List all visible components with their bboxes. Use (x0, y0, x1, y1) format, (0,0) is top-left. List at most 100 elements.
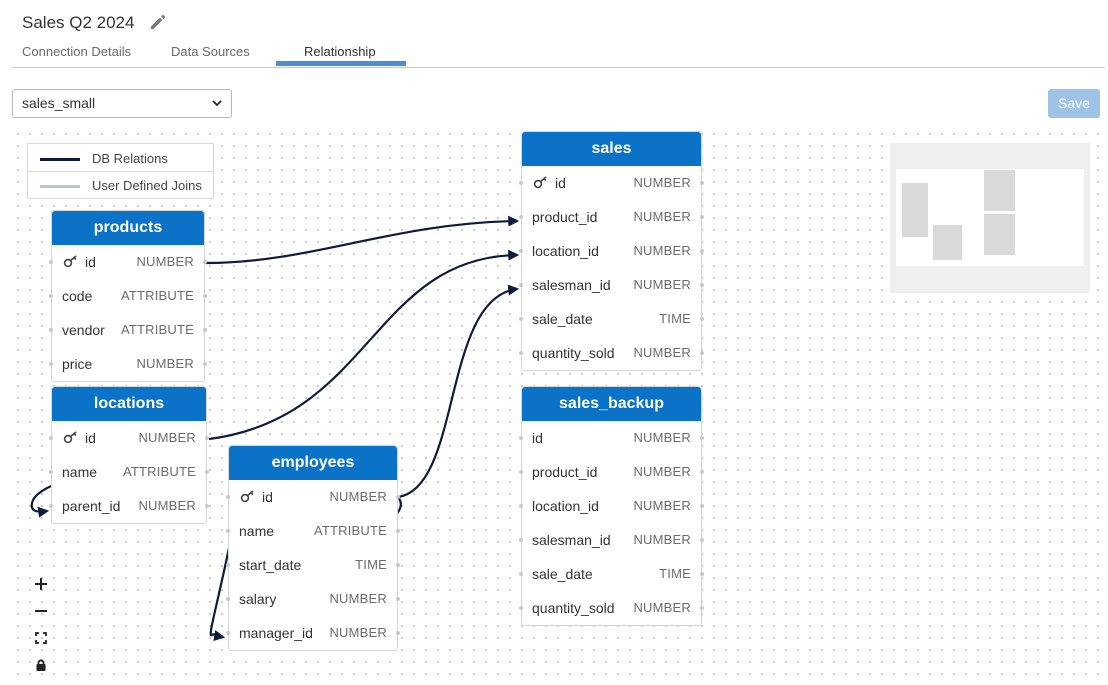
legend-user-joins-swatch (40, 185, 80, 188)
connector-port[interactable] (49, 294, 53, 298)
connector-port[interactable] (700, 606, 704, 610)
connector-port[interactable] (396, 563, 400, 567)
connector-port[interactable] (226, 597, 230, 601)
connector-port[interactable] (226, 631, 230, 635)
lock-icon[interactable] (28, 652, 54, 678)
column-row[interactable]: name ATTRIBUTE (49, 455, 209, 489)
column-row[interactable]: salary NUMBER (226, 582, 400, 616)
tab-relationship[interactable]: Relationship (304, 44, 376, 59)
connector-port[interactable] (519, 249, 523, 253)
column-row[interactable]: id NUMBER (226, 480, 400, 514)
table-employees[interactable]: employees id NUMBER name ATTRIBUTE start… (226, 445, 400, 651)
connector-port[interactable] (203, 260, 207, 264)
connector-port[interactable] (519, 572, 523, 576)
connector-port[interactable] (49, 260, 53, 264)
column-row[interactable]: id NUMBER (519, 166, 704, 200)
column-row[interactable]: sale_date TIME (519, 302, 704, 336)
table-sales-backup[interactable]: sales_backup id NUMBER product_id NUMBER… (519, 386, 704, 626)
table-header[interactable]: employees (229, 446, 397, 480)
connector-port[interactable] (519, 436, 523, 440)
column-row[interactable]: product_id NUMBER (519, 200, 704, 234)
table-locations[interactable]: locations id NUMBER name ATTRIBUTE paren… (49, 386, 209, 524)
connector-port[interactable] (700, 249, 704, 253)
connector-port[interactable] (700, 470, 704, 474)
column-row[interactable]: price NUMBER (49, 347, 207, 381)
column-row[interactable]: location_id NUMBER (519, 234, 704, 268)
relationship-canvas[interactable]: DB Relations User Defined Joins products… (12, 128, 1105, 685)
connector-port[interactable] (700, 538, 704, 542)
connector-port[interactable] (49, 362, 53, 366)
connector-port[interactable] (519, 504, 523, 508)
connector-port[interactable] (49, 328, 53, 332)
connector-port[interactable] (205, 436, 209, 440)
connector-port[interactable] (519, 351, 523, 355)
connector-port[interactable] (519, 181, 523, 185)
edge-employees-sales[interactable] (397, 284, 520, 499)
column-row[interactable]: id NUMBER (519, 421, 704, 455)
column-row[interactable]: sale_date TIME (519, 557, 704, 591)
edge-products-sales[interactable] (205, 215, 520, 265)
connector-port[interactable] (700, 504, 704, 508)
column-row[interactable]: quantity_sold NUMBER (519, 591, 704, 625)
connector-port[interactable] (226, 495, 230, 499)
connector-port[interactable] (203, 362, 207, 366)
connector-port[interactable] (519, 606, 523, 610)
pencil-icon[interactable] (148, 12, 168, 32)
connector-port[interactable] (700, 436, 704, 440)
connector-port[interactable] (519, 215, 523, 219)
connector-port[interactable] (700, 215, 704, 219)
connector-port[interactable] (396, 495, 400, 499)
connector-port[interactable] (396, 529, 400, 533)
table-header[interactable]: locations (52, 387, 206, 421)
table-products[interactable]: products id NUMBER code ATTRIBUTE vendor… (49, 210, 207, 382)
fit-view-icon[interactable] (28, 625, 54, 651)
connector-port[interactable] (700, 181, 704, 185)
connector-port[interactable] (700, 351, 704, 355)
column-row[interactable]: id NUMBER (49, 421, 209, 455)
connector-port[interactable] (396, 597, 400, 601)
table-header[interactable]: products (52, 211, 204, 245)
table-header[interactable]: sales (522, 132, 701, 166)
minimap[interactable] (890, 143, 1090, 293)
column-row[interactable]: code ATTRIBUTE (49, 279, 207, 313)
connector-port[interactable] (49, 470, 53, 474)
zoom-in-icon[interactable] (28, 571, 54, 597)
column-row[interactable]: product_id NUMBER (519, 455, 704, 489)
connector-port[interactable] (205, 470, 209, 474)
connector-port[interactable] (700, 283, 704, 287)
tab-connection-details[interactable]: Connection Details (22, 44, 131, 59)
table-header[interactable]: sales_backup (522, 387, 701, 421)
connector-port[interactable] (519, 317, 523, 321)
save-button[interactable]: Save (1048, 89, 1100, 118)
column-row[interactable]: name ATTRIBUTE (226, 514, 400, 548)
connector-port[interactable] (226, 563, 230, 567)
connector-port[interactable] (700, 572, 704, 576)
zoom-out-icon[interactable] (28, 598, 54, 624)
column-row[interactable]: id NUMBER (49, 245, 207, 279)
minimap-viewport[interactable] (896, 169, 1084, 266)
column-row[interactable]: salesman_id NUMBER (519, 523, 704, 557)
column-row[interactable]: location_id NUMBER (519, 489, 704, 523)
connector-port[interactable] (49, 436, 53, 440)
connector-port[interactable] (396, 631, 400, 635)
edge-locations-sales[interactable] (208, 249, 520, 441)
tab-data-sources[interactable]: Data Sources (171, 44, 250, 59)
column-row[interactable]: start_date TIME (226, 548, 400, 582)
connector-port[interactable] (205, 504, 209, 508)
column-row[interactable]: quantity_sold NUMBER (519, 336, 704, 370)
connector-port[interactable] (519, 538, 523, 542)
connector-port[interactable] (203, 294, 207, 298)
column-row[interactable]: manager_id NUMBER (226, 616, 400, 650)
connector-port[interactable] (203, 328, 207, 332)
connector-port[interactable] (49, 504, 53, 508)
column-row[interactable]: parent_id NUMBER (49, 489, 209, 523)
column-row[interactable]: salesman_id NUMBER (519, 268, 704, 302)
connector-port[interactable] (519, 470, 523, 474)
column-type: NUMBER (633, 498, 691, 513)
connector-port[interactable] (226, 529, 230, 533)
column-row[interactable]: vendor ATTRIBUTE (49, 313, 207, 347)
table-sales[interactable]: sales id NUMBER product_id NUMBER locati… (519, 131, 704, 371)
connector-port[interactable] (519, 283, 523, 287)
connector-port[interactable] (700, 317, 704, 321)
dataset-select[interactable]: sales_small (12, 89, 232, 118)
